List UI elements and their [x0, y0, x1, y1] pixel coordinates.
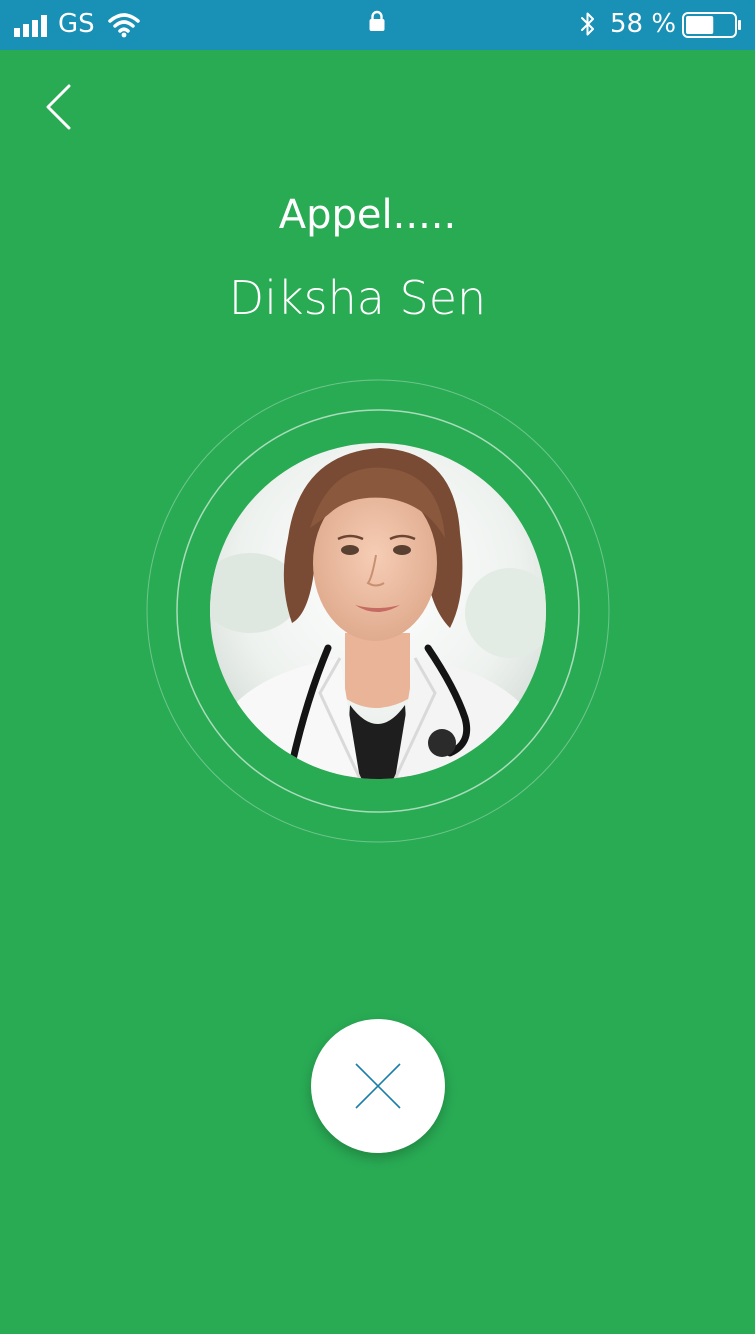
- chevron-left-icon: [46, 84, 71, 130]
- signal-icon: [14, 15, 47, 37]
- wifi-icon: [108, 13, 140, 38]
- bluetooth-icon: [581, 12, 594, 36]
- status-bar: GS 58 %: [0, 0, 755, 50]
- battery-percent: 58 %: [610, 9, 677, 39]
- lock-icon: [369, 10, 385, 31]
- call-status-text: Appel.....: [278, 192, 457, 238]
- contact-photo: [210, 443, 546, 779]
- battery-icon: [682, 12, 741, 38]
- close-icon: [355, 1063, 401, 1109]
- contact-avatar: [210, 443, 546, 779]
- back-button[interactable]: [36, 80, 86, 134]
- end-call-button[interactable]: [311, 1019, 445, 1153]
- carrier-name: GS: [58, 9, 95, 39]
- contact-name: Diksha Sen: [228, 271, 487, 325]
